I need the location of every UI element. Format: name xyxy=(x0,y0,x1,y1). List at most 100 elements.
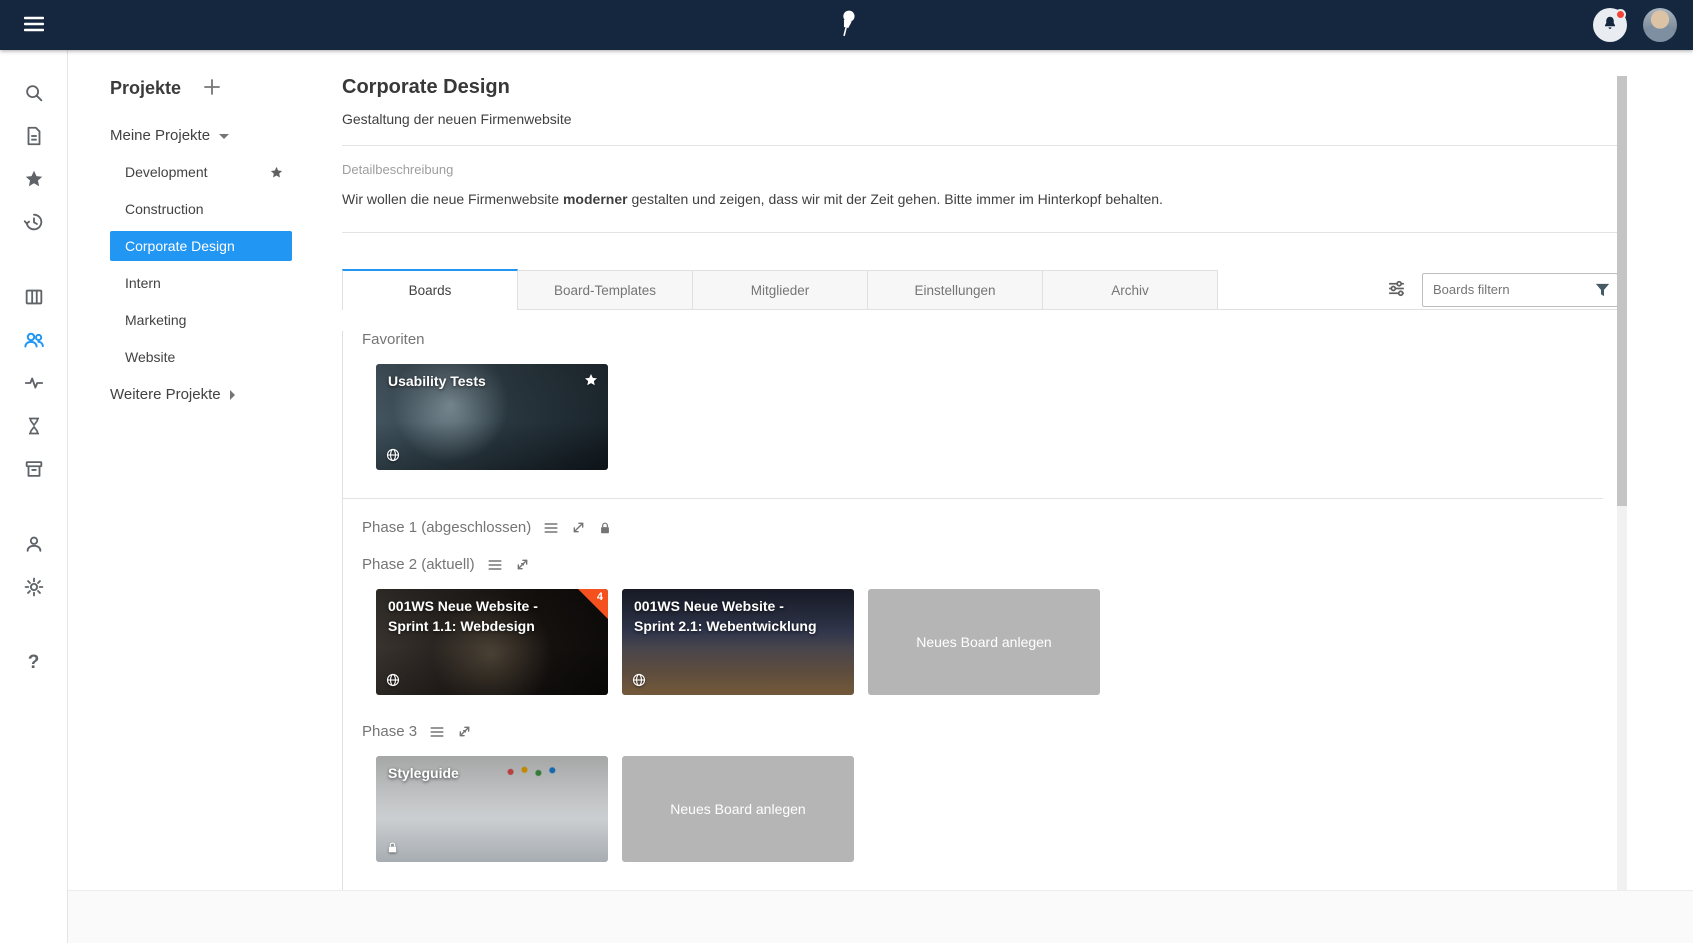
add-board-label: Neues Board anlegen xyxy=(916,634,1051,650)
user-icon xyxy=(23,533,45,558)
top-header xyxy=(0,0,1693,50)
favoriten-cards-row: Usability Tests xyxy=(376,364,1617,470)
globe-icon xyxy=(632,673,646,687)
section-menu-icon[interactable] xyxy=(429,724,445,740)
board-card-usability-tests[interactable]: Usability Tests xyxy=(376,364,608,470)
tab-board-templates[interactable]: Board-Templates xyxy=(517,270,693,310)
project-list: Development Construction Corporate Desig… xyxy=(110,157,342,372)
page-subtitle: Gestaltung der neuen Firmenwebsite xyxy=(342,111,1618,127)
board-card-styleguide[interactable]: Styleguide xyxy=(376,756,608,862)
project-item-website[interactable]: Website xyxy=(110,342,292,372)
divider xyxy=(342,145,1618,146)
section-menu-icon[interactable] xyxy=(543,520,559,536)
phase-2-cards-row: 001WS Neue Website - Sprint 1.1: Webdesi… xyxy=(376,589,1617,695)
chevron-down-icon xyxy=(219,134,229,139)
corner-badge-count: 4 xyxy=(597,591,603,603)
rail-favorites-button[interactable] xyxy=(14,160,54,200)
user-avatar[interactable] xyxy=(1643,8,1677,42)
main-content: Corporate Design Gestaltung der neuen Fi… xyxy=(342,50,1618,891)
rail-documents-button[interactable] xyxy=(14,117,54,157)
tab-mitglieder[interactable]: Mitglieder xyxy=(692,270,868,310)
board-card-title: Usability Tests xyxy=(388,372,574,392)
section-lock-icon xyxy=(598,521,612,535)
project-item-marketing[interactable]: Marketing xyxy=(110,305,292,335)
section-collapse-icon[interactable] xyxy=(457,724,472,739)
divider xyxy=(342,232,1618,233)
project-group-weitere-projekte[interactable]: Weitere Projekte xyxy=(110,386,342,403)
rail-profile-button[interactable] xyxy=(14,525,54,565)
project-item-development[interactable]: Development xyxy=(110,157,292,187)
add-project-button[interactable] xyxy=(203,78,221,99)
section-phase-3: Phase 3 xyxy=(362,723,1617,740)
rail-archive-button[interactable] xyxy=(14,450,54,490)
add-board-button[interactable]: Neues Board anlegen xyxy=(868,589,1100,695)
app-logo xyxy=(835,8,859,45)
bottom-strip xyxy=(68,890,1693,943)
team-icon xyxy=(22,328,46,355)
section-expand-icon[interactable] xyxy=(571,520,586,535)
notification-badge xyxy=(1615,9,1626,20)
add-board-button[interactable]: Neues Board anlegen xyxy=(622,756,854,862)
board-filter xyxy=(1422,273,1618,307)
help-icon: ? xyxy=(28,652,40,674)
header-actions xyxy=(1593,8,1677,42)
board-star-icon[interactable] xyxy=(583,372,599,388)
description-text: Wir wollen die neue Firmenwebsite xyxy=(342,191,563,207)
rail-search-button[interactable] xyxy=(14,74,54,114)
rail-activity-button[interactable] xyxy=(14,364,54,404)
archive-icon xyxy=(23,458,45,483)
project-item-construction[interactable]: Construction xyxy=(110,194,292,224)
board-card-title: 001WS Neue Website - Sprint 1.1: Webdesi… xyxy=(388,597,574,636)
tab-einstellungen[interactable]: Einstellungen xyxy=(867,270,1043,310)
section-title-phase-2: Phase 2 (aktuell) xyxy=(362,556,475,573)
board-filter-input[interactable] xyxy=(1422,273,1618,307)
gear-icon xyxy=(23,576,45,601)
board-card-sprint-1-1[interactable]: 001WS Neue Website - Sprint 1.1: Webdesi… xyxy=(376,589,608,695)
rail-history-button[interactable] xyxy=(14,203,54,243)
board-card-sprint-2-1[interactable]: 001WS Neue Website - Sprint 2.1: Webentw… xyxy=(622,589,854,695)
rail-time-button[interactable] xyxy=(14,407,54,447)
description-bold: moderner xyxy=(563,191,628,207)
hourglass-icon xyxy=(24,415,44,440)
board-view-settings-button[interactable] xyxy=(1387,279,1406,301)
rail-boards-button[interactable] xyxy=(14,278,54,318)
rail-help-button[interactable]: ? xyxy=(14,643,54,683)
section-collapse-icon[interactable] xyxy=(515,557,530,572)
section-title-phase-1: Phase 1 (abgeschlossen) xyxy=(362,519,531,536)
tab-bar-controls xyxy=(1218,270,1618,310)
project-item-corporate-design[interactable]: Corporate Design xyxy=(110,231,292,261)
document-icon xyxy=(23,125,45,150)
project-item-label: Marketing xyxy=(125,312,186,328)
chevron-right-icon xyxy=(230,390,235,400)
project-description: Wir wollen die neue Firmenwebsite modern… xyxy=(342,189,1618,210)
project-item-intern[interactable]: Intern xyxy=(110,268,292,298)
project-item-label: Construction xyxy=(125,201,204,217)
add-board-label: Neues Board anlegen xyxy=(670,801,805,817)
section-phase-1: Phase 1 (abgeschlossen) xyxy=(362,519,1617,536)
divider xyxy=(343,498,1603,499)
project-item-label: Intern xyxy=(125,275,161,291)
description-text: gestalten und zeigen, dass wir mit der Z… xyxy=(628,191,1163,207)
menu-button[interactable] xyxy=(16,7,52,43)
project-item-label: Development xyxy=(125,164,208,180)
notifications-button[interactable] xyxy=(1593,8,1627,42)
rail-settings-button[interactable] xyxy=(14,568,54,608)
tab-boards[interactable]: Boards xyxy=(342,269,518,310)
favorite-star-icon[interactable] xyxy=(269,165,284,180)
section-menu-icon[interactable] xyxy=(487,557,503,573)
history-icon xyxy=(23,211,45,236)
tab-archiv[interactable]: Archiv xyxy=(1042,270,1218,310)
projects-title: Projekte xyxy=(110,78,181,99)
detail-description-label: Detailbeschreibung xyxy=(342,162,1618,177)
tune-icon xyxy=(1387,279,1406,301)
vertical-scrollbar[interactable] xyxy=(1617,76,1627,890)
project-item-label: Corporate Design xyxy=(125,238,235,254)
scrollbar-thumb[interactable] xyxy=(1617,76,1627,506)
activity-icon xyxy=(23,372,45,397)
rail-team-button[interactable] xyxy=(14,321,54,361)
tab-bar: Boards Board-Templates Mitglieder Einste… xyxy=(342,269,1618,310)
board-card-title: Styleguide xyxy=(388,764,574,784)
globe-icon xyxy=(386,673,400,687)
project-group-meine-projekte[interactable]: Meine Projekte xyxy=(110,127,342,144)
section-phase-2: Phase 2 (aktuell) xyxy=(362,556,1617,573)
